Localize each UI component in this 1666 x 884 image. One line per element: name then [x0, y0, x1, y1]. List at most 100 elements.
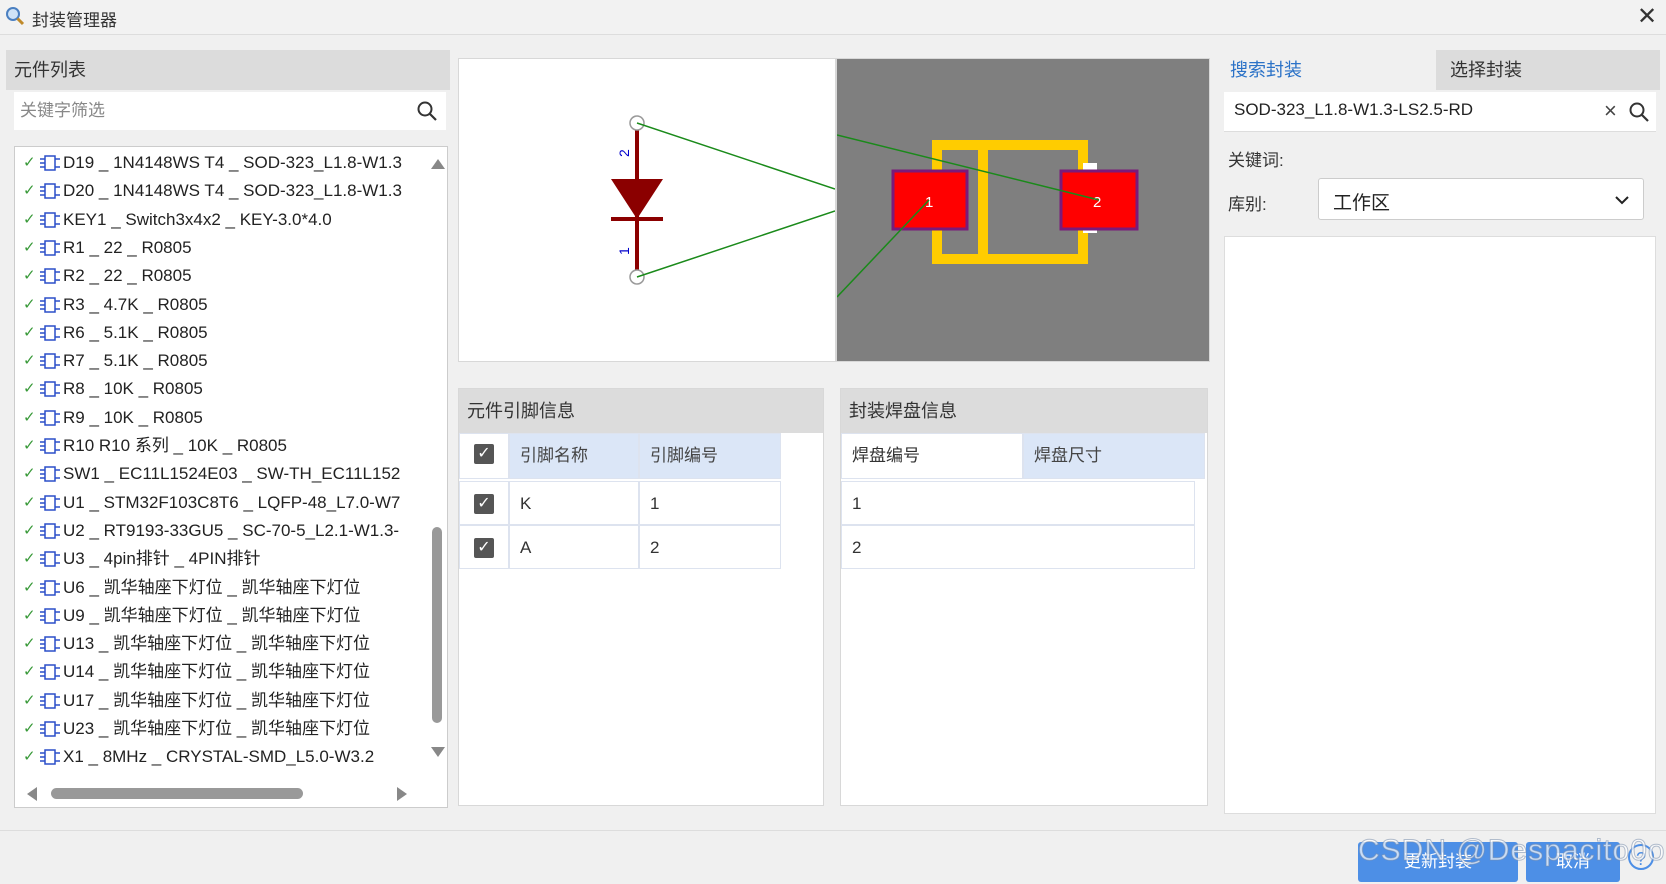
list-item[interactable]: ✓ U13 _ 凯华轴座下灯位 _ 凯华轴座下灯位 [15, 630, 425, 658]
checkmark-icon: ✓ [23, 437, 36, 454]
filter-box [14, 92, 446, 130]
list-item[interactable]: ✓ U1 _ STM32F103C8T6 _ LQFP-48_L7.0-W7 [15, 489, 425, 517]
col-pin-number[interactable]: 引脚编号 [639, 433, 781, 479]
pin-row-1-check: ✓ [459, 481, 509, 525]
horizontal-scrollbar[interactable] [15, 781, 445, 805]
component-icon [40, 296, 60, 313]
footprint-search-input[interactable]: SOD-323_L1.8-W1.3-LS2.5-RD [1234, 100, 1473, 120]
col-pad-size[interactable]: 焊盘尺寸 [1023, 433, 1205, 479]
cancel-button[interactable]: 取消 [1526, 842, 1620, 882]
list-item[interactable]: ✓ U17 _ 凯华轴座下灯位 _ 凯华轴座下灯位 [15, 687, 425, 715]
list-item[interactable]: ✓ U14 _ 凯华轴座下灯位 _ 凯华轴座下灯位 [15, 658, 425, 686]
library-value: 工作区 [1333, 193, 1391, 214]
list-item-label: SW1 _ EC11L1524E03 _ SW-TH_EC11L152 [63, 464, 401, 484]
title-bar: 封装管理器 ✕ [0, 0, 1666, 35]
list-item-label: U14 _ 凯华轴座下灯位 _ 凯华轴座下灯位 [63, 662, 370, 682]
checkmark-icon: ✓ [23, 352, 36, 370]
checkmark-icon: ✓ [23, 550, 36, 568]
scroll-right-icon[interactable] [397, 787, 407, 801]
component-icon [40, 325, 60, 341]
list-item[interactable]: ✓ SW1 _ EC11L1524E03 _ SW-TH_EC11L152 [15, 460, 425, 488]
tab-select-footprint[interactable]: 选择封装 [1436, 50, 1660, 90]
list-item-label: R10 R10 系列 _ 10K _ R0805 [63, 436, 287, 455]
select-all-checkbox[interactable]: ✓ [474, 444, 494, 464]
list-item[interactable]: ✓ U2 _ RT9193-33GU5 _ SC-70-5_L2.1-W1.3- [15, 517, 425, 545]
checkmark-icon: ✓ [23, 748, 36, 766]
checkmark-icon: ✓ [23, 720, 36, 737]
tab-search-footprint[interactable]: 搜索封装 [1216, 50, 1436, 90]
checkmark-icon: ✓ [23, 606, 36, 624]
checkmark-icon: ✓ [23, 295, 36, 313]
list-item[interactable]: ✓ D19 _ 1N4148WS T4 _ SOD-323_L1.8-W1.3 [15, 149, 425, 177]
list-item-label: R7 _ 5.1K _ R0805 [63, 351, 208, 371]
list-item[interactable]: ✓ D20 _ 1N4148WS T4 _ SOD-323_L1.8-W1.3 [15, 177, 425, 205]
diode-symbol: 2 1 [611, 115, 836, 285]
col-pin-name[interactable]: 引脚名称 [509, 433, 639, 479]
close-button[interactable]: ✕ [1634, 4, 1660, 30]
list-item[interactable]: ✓ R10 R10 系列 _ 10K _ R0805 [15, 432, 425, 460]
row-checkbox[interactable]: ✓ [474, 494, 494, 514]
scroll-down-icon[interactable] [431, 747, 445, 757]
component-icon [40, 381, 60, 398]
search-results[interactable] [1224, 236, 1656, 814]
list-item[interactable]: ✓ R6 _ 5.1K _ R0805 [15, 319, 425, 347]
list-item[interactable]: ✓ X1 _ 8MHz _ CRYSTAL-SMD_L5.0-W3.2 [15, 743, 425, 771]
scroll-left-icon[interactable] [27, 787, 37, 801]
row-checkbox[interactable]: ✓ [474, 538, 494, 558]
checkmark-icon: ✓ [23, 238, 36, 256]
scroll-up-icon[interactable] [431, 159, 445, 169]
window-title: 封装管理器 [32, 11, 117, 30]
list-item-label: R2 _ 22 _ R0805 [63, 266, 192, 286]
component-icon [40, 183, 60, 200]
checkmark-icon: ✓ [23, 465, 36, 483]
list-item[interactable]: ✓ U9 _ 凯华轴座下灯位 _ 凯华轴座下灯位 [15, 602, 425, 630]
list-item[interactable]: ✓ R7 _ 5.1K _ R0805 [15, 347, 425, 375]
list-item-label: U1 _ STM32F103C8T6 _ LQFP-48_L7.0-W7 [63, 492, 401, 512]
pin-row-2-number: 2 [639, 525, 781, 569]
search-icon[interactable] [1628, 101, 1650, 123]
pad-info-panel: 封装焊盘信息 焊盘编号 焊盘尺寸 1 2 [840, 388, 1208, 806]
list-item-label: U13 _ 凯华轴座下灯位 _ 凯华轴座下灯位 [63, 634, 370, 654]
component-icon [40, 466, 60, 483]
keyword-filter-input[interactable] [18, 96, 412, 126]
help-icon[interactable]: ? [1628, 844, 1654, 870]
list-item-label: U23 _ 凯华轴座下灯位 _ 凯华轴座下灯位 [63, 719, 370, 738]
list-item[interactable]: ✓ R1 _ 22 _ R0805 [15, 234, 425, 262]
list-item[interactable]: ✓ R3 _ 4.7K _ R0805 [15, 291, 425, 319]
hscroll-thumb[interactable] [51, 788, 303, 799]
scroll-thumb[interactable] [432, 527, 442, 723]
list-item[interactable]: ✓ R8 _ 10K _ R0805 [15, 375, 425, 403]
pin-header-check-cell: ✓ [459, 433, 509, 479]
component-icon [40, 211, 60, 228]
component-icon [40, 608, 60, 624]
col-pad-number[interactable]: 焊盘编号 [841, 433, 1023, 479]
update-footprint-button[interactable]: 更新封装 [1358, 842, 1518, 882]
list-item[interactable]: ✓ R2 _ 22 _ R0805 [15, 262, 425, 290]
list-item[interactable]: ✓ U23 _ 凯华轴座下灯位 _ 凯华轴座下灯位 [15, 715, 425, 743]
list-item-label: R6 _ 5.1K _ R0805 [63, 322, 208, 342]
component-icon [40, 749, 60, 766]
sch-pin-2-label: 2 [616, 149, 632, 157]
checkmark-icon: ✓ [23, 663, 36, 681]
component-icon [40, 523, 60, 539]
checkmark-icon: ✓ [23, 493, 36, 511]
component-list[interactable]: ✓ D19 _ 1N4148WS T4 _ SOD-323_L1.8-W1.3 ✓ D… [14, 146, 448, 808]
list-item-label: R3 _ 4.7K _ R0805 [63, 294, 208, 314]
footprint-search-box[interactable]: SOD-323_L1.8-W1.3-LS2.5-RD × [1224, 92, 1656, 132]
pad-info-header: 封装焊盘信息 [841, 389, 1207, 433]
search-icon[interactable] [416, 100, 438, 122]
list-item-label: U2 _ RT9193-33GU5 _ SC-70-5_L2.1-W1.3- [63, 520, 400, 540]
vertical-scrollbar[interactable] [429, 147, 445, 775]
checkmark-icon: ✓ [23, 267, 36, 285]
pin-info-header: 元件引脚信息 [459, 389, 823, 433]
clear-icon[interactable]: × [1604, 98, 1617, 124]
list-item[interactable]: ✓ U6 _ 凯华轴座下灯位 _ 凯华轴座下灯位 [15, 574, 425, 602]
list-item[interactable]: ✓ U3 _ 4pin排针 _ 4PIN排针 [15, 545, 425, 573]
list-item[interactable]: ✓ R9 _ 10K _ R0805 [15, 404, 425, 432]
library-select[interactable]: 工作区 [1318, 178, 1644, 220]
list-item[interactable]: ✓ KEY1 _ Switch3x4x2 _ KEY-3.0*4.0 [15, 206, 425, 234]
chevron-down-icon [1615, 196, 1629, 205]
pin-row-2-check: ✓ [459, 525, 509, 569]
checkmark-icon: ✓ [23, 380, 36, 398]
list-item-label: D20 _ 1N4148WS T4 _ SOD-323_L1.8-W1.3 [63, 181, 402, 201]
